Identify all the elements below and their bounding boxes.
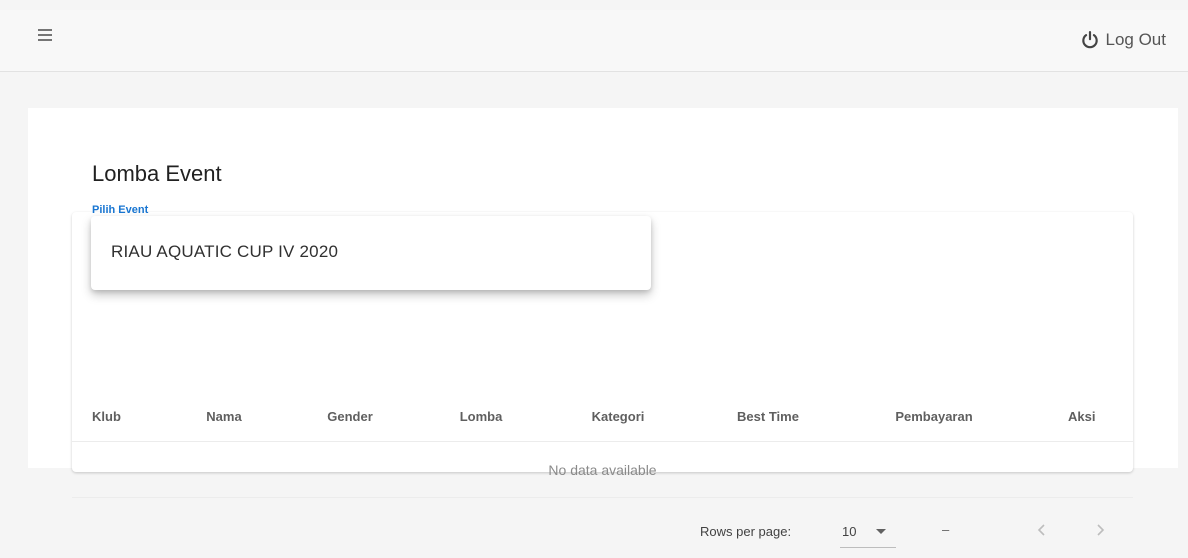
column-header-best-time[interactable]: Best Time: [737, 392, 799, 442]
menu-icon[interactable]: [38, 28, 56, 44]
empty-message: No data available: [548, 462, 657, 478]
page-range: –: [942, 522, 950, 537]
rows-per-page-label: Rows per page:: [700, 524, 792, 539]
table-footer: Rows per page: 10 –: [72, 498, 1133, 558]
caret-down-icon: [876, 529, 886, 534]
column-header-kategori[interactable]: Kategori: [592, 392, 645, 442]
column-header-klub[interactable]: Klub: [92, 392, 121, 442]
power-icon: [1081, 31, 1098, 49]
chevron-left-icon[interactable]: [1032, 520, 1052, 540]
empty-row: No data available: [72, 442, 1133, 498]
column-header-gender[interactable]: Gender: [327, 392, 373, 442]
event-option[interactable]: RIAU AQUATIC CUP IV 2020: [111, 242, 338, 262]
app-bar: Log Out: [0, 10, 1188, 72]
column-header-lomba[interactable]: Lomba: [460, 392, 503, 442]
event-select-label: Pilih Event: [92, 204, 149, 216]
rows-per-page-value: 10: [842, 524, 857, 539]
column-header-pembayaran[interactable]: Pembayaran: [895, 392, 972, 442]
page-title: Lomba Event: [92, 161, 222, 186]
logout-label: Log Out: [1105, 30, 1167, 49]
table-header: Klub Nama Gender Lomba Kategori Best Tim…: [72, 392, 1133, 442]
logout-button[interactable]: Log Out: [1080, 28, 1167, 52]
column-header-aksi: Aksi: [1068, 409, 1096, 424]
event-dropdown-menu[interactable]: RIAU AQUATIC CUP IV 2020: [91, 216, 651, 290]
column-header-nama[interactable]: Nama: [206, 392, 241, 442]
rows-per-page-select[interactable]: 10: [840, 516, 896, 548]
chevron-right-icon[interactable]: [1090, 520, 1110, 540]
